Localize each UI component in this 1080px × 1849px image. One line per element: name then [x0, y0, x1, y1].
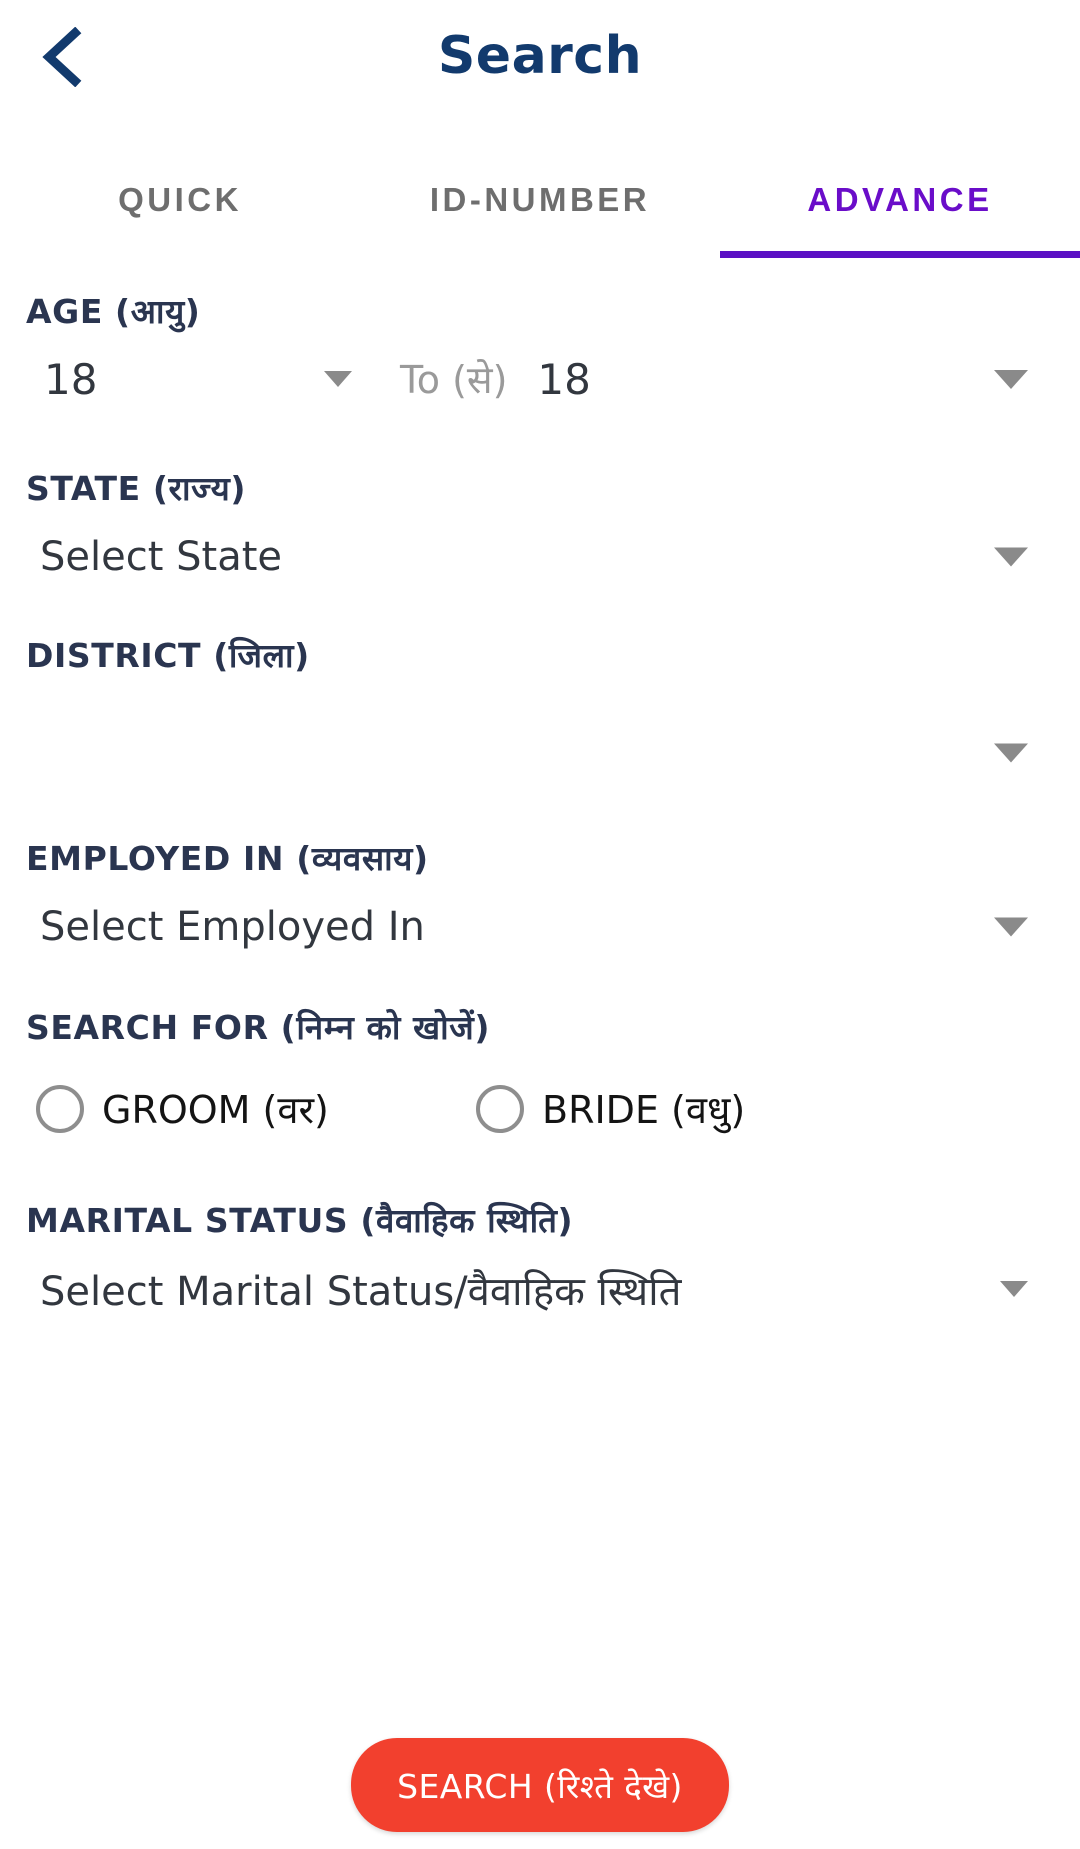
- advance-search-form: AGE (आयु) 18 To (से) 18 STATE (राज्य) Se…: [0, 288, 1080, 1322]
- state-select[interactable]: Select State: [0, 524, 1080, 590]
- age-to-caret: [994, 369, 1080, 389]
- chevron-down-icon: [324, 371, 352, 387]
- age-from-value: 18: [44, 354, 98, 404]
- search-button[interactable]: SEARCH (रिश्ते देखे): [351, 1738, 729, 1832]
- tab-active-indicator: [720, 251, 1080, 258]
- radio-groom-label: GROOM (वर): [102, 1088, 329, 1132]
- age-from-caret: [324, 371, 400, 387]
- age-to-label: To (से): [400, 358, 508, 402]
- radio-bride-label: BRIDE (वधु): [542, 1088, 746, 1132]
- app-header: Search: [0, 0, 1080, 132]
- employed-in-label: EMPLOYED IN (व्यवसाय): [26, 839, 429, 878]
- age-from-select[interactable]: 18: [0, 355, 400, 404]
- employed-in-value: Select Employed In: [40, 904, 425, 950]
- search-button-container: SEARCH (रिश्ते देखे): [0, 1738, 1080, 1832]
- age-to-value: 18: [537, 354, 591, 404]
- tab-quick[interactable]: QUICK: [0, 171, 360, 219]
- radio-circle-icon: [476, 1085, 524, 1133]
- age-to-select[interactable]: 18: [507, 355, 1080, 404]
- state-group: STATE (राज्य) Select State: [0, 465, 1080, 590]
- chevron-down-icon: [1000, 1281, 1028, 1297]
- age-label: AGE (आयु): [26, 292, 201, 331]
- age-group: AGE (आयु) 18 To (से) 18: [0, 288, 1080, 419]
- chevron-down-icon: [994, 547, 1028, 567]
- page-title: Search: [437, 26, 643, 86]
- district-group: DISTRICT (जिला): [0, 632, 1080, 779]
- radio-bride[interactable]: BRIDE (वधु): [476, 1083, 745, 1135]
- chevron-down-icon: [994, 917, 1028, 937]
- age-range-row: 18 To (से) 18: [0, 339, 1080, 419]
- marital-status-select[interactable]: Select Marital Status/वैवाहिक स्थिति: [0, 1256, 1080, 1322]
- chevron-down-icon: [994, 743, 1028, 763]
- search-for-label: SEARCH FOR (निम्न को खोजें): [26, 1008, 491, 1047]
- search-screen: Search QUICK ID-NUMBER ADVANCE AGE (आयु)…: [0, 0, 1080, 1849]
- tab-advance[interactable]: ADVANCE: [720, 171, 1080, 219]
- tab-id-number[interactable]: ID-NUMBER: [360, 171, 720, 219]
- district-label: DISTRICT (जिला): [26, 636, 310, 675]
- marital-status-label: MARITAL STATUS (वैवाहिक स्थिति): [26, 1201, 574, 1240]
- tab-bar: QUICK ID-NUMBER ADVANCE: [0, 132, 1080, 258]
- state-value: Select State: [40, 534, 282, 580]
- employed-in-select[interactable]: Select Employed In: [0, 894, 1080, 960]
- radio-circle-icon: [36, 1085, 84, 1133]
- chevron-down-icon: [994, 369, 1028, 389]
- search-for-options: GROOM (वर) BRIDE (वधु): [0, 1083, 1080, 1135]
- search-for-group: SEARCH FOR (निम्न को खोजें) GROOM (वर) B…: [0, 1004, 1080, 1135]
- marital-status-value: Select Marital Status/वैवाहिक स्थिति: [40, 1268, 682, 1315]
- state-label: STATE (राज्य): [26, 469, 247, 508]
- marital-status-group: MARITAL STATUS (वैवाहिक स्थिति) Select M…: [0, 1197, 1080, 1322]
- district-select[interactable]: [0, 727, 1080, 779]
- employed-in-group: EMPLOYED IN (व्यवसाय) Select Employed In: [0, 835, 1080, 960]
- radio-groom[interactable]: GROOM (वर): [36, 1083, 476, 1135]
